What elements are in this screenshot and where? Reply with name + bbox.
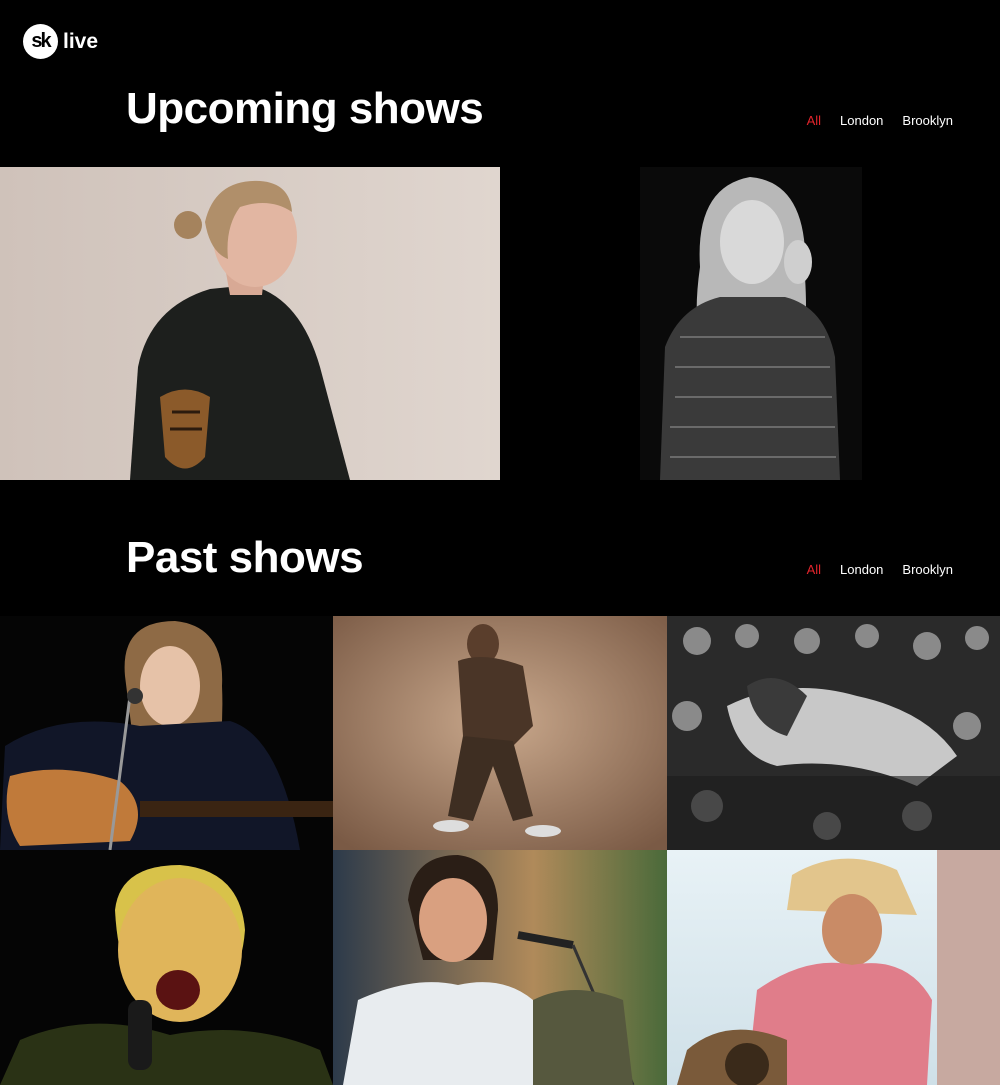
logo-link[interactable]: sk live [23,24,98,59]
upcoming-filter-brooklyn[interactable]: Brooklyn [902,113,953,128]
upcoming-show-image-1[interactable] [0,167,500,480]
past-shows-title: Past shows [126,533,364,582]
artist-photo [0,850,333,1085]
artist-photo [640,167,862,480]
artist-photo [0,616,333,850]
logo-mark: sk [23,24,58,59]
past-show-image-1[interactable] [0,616,333,850]
past-filter-all[interactable]: All [807,562,821,577]
past-show-image-3[interactable] [667,616,1000,850]
past-show-image-5[interactable] [333,850,667,1085]
past-show-image-6[interactable] [667,850,1000,1085]
crowd-photo [667,616,1000,850]
artist-photo [667,850,1000,1085]
past-filter-london[interactable]: London [840,562,883,577]
past-show-image-2[interactable] [333,616,667,850]
artist-photo [333,616,667,850]
past-filter-brooklyn[interactable]: Brooklyn [902,562,953,577]
upcoming-show-image-2[interactable] [640,167,862,480]
upcoming-filter-london[interactable]: London [840,113,883,128]
logo-text: live [63,29,99,53]
artist-photo [0,167,500,480]
past-filters: All London Brooklyn [807,562,953,577]
page: sk live Upcoming shows All London Brookl… [0,0,1000,1085]
upcoming-filter-all[interactable]: All [807,113,821,128]
artist-photo [333,850,667,1085]
upcoming-shows-title: Upcoming shows [126,84,484,133]
past-show-image-4[interactable] [0,850,333,1085]
upcoming-filters: All London Brooklyn [807,113,953,128]
